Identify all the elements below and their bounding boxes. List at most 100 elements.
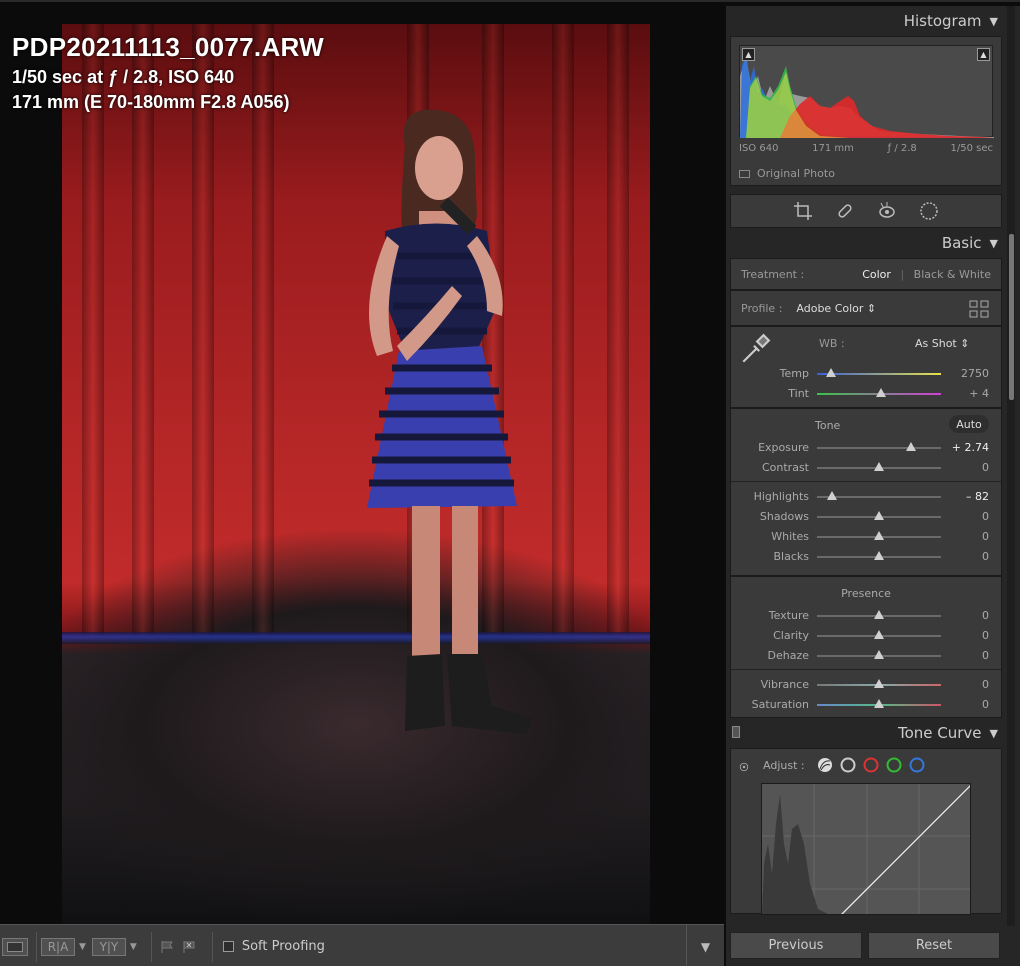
clarity-slider-thumb[interactable]: [874, 630, 884, 639]
exposure-slider-row: Exposure + 2.74: [731, 437, 1001, 457]
toolbar-menu-button[interactable]: ▼: [686, 925, 724, 966]
treatment-color-option[interactable]: Color: [862, 268, 891, 281]
clarity-value[interactable]: 0: [982, 629, 989, 642]
rgb-curve-icon[interactable]: [840, 757, 856, 773]
profile-select[interactable]: Adobe Color ⇕: [796, 302, 876, 315]
chevron-down-icon[interactable]: ▼: [130, 942, 137, 952]
highlights-value[interactable]: – 82: [966, 490, 989, 503]
temp-value[interactable]: 2750: [961, 367, 989, 380]
whites-label: Whites: [771, 530, 809, 543]
collapse-triangle-icon: ▼: [989, 726, 998, 740]
lightroom-develop-window: PDP20211113_0077.ARW 1/50 sec at ƒ / 2.8…: [0, 0, 1020, 966]
whites-slider-row: Whites 0: [731, 526, 1001, 546]
photo-viewer[interactable]: PDP20211113_0077.ARW 1/50 sec at ƒ / 2.8…: [0, 2, 724, 924]
tint-slider-row: Tint + 4: [731, 383, 1001, 403]
temp-slider-row: Temp 2750: [731, 363, 1001, 383]
contrast-slider-thumb[interactable]: [874, 462, 884, 471]
whites-value[interactable]: 0: [982, 530, 989, 543]
blue-channel-icon[interactable]: [909, 757, 925, 773]
whites-slider-thumb[interactable]: [874, 531, 884, 540]
texture-slider-thumb[interactable]: [874, 610, 884, 619]
before-after-tb-button[interactable]: Y|Y: [91, 937, 126, 956]
mask-icon[interactable]: [919, 201, 939, 221]
original-photo-checkbox[interactable]: [739, 169, 750, 178]
profile-value: Adobe Color: [796, 301, 864, 315]
highlights-slider-row: Highlights – 82: [731, 486, 1001, 506]
tint-slider-thumb[interactable]: [876, 388, 887, 397]
histogram-aperture: ƒ / 2.8: [887, 143, 917, 154]
dehaze-value[interactable]: 0: [982, 649, 989, 662]
texture-slider-row: Texture 0: [731, 605, 1001, 625]
basic-title: Basic: [941, 234, 982, 252]
temp-slider-thumb[interactable]: [825, 368, 836, 377]
profile-browser-icon[interactable]: [969, 300, 989, 318]
original-photo-toggle[interactable]: Original Photo: [739, 167, 835, 180]
wb-select[interactable]: As Shot ⇕: [915, 337, 969, 350]
histogram-header[interactable]: Histogram ▼: [730, 6, 1002, 36]
panel-scrollbar[interactable]: [1007, 6, 1015, 926]
target-adjust-icon[interactable]: [739, 762, 749, 772]
panel-toggle-switch[interactable]: [732, 726, 740, 738]
tint-value[interactable]: + 4: [969, 387, 989, 400]
tone-curve-graph[interactable]: [761, 783, 971, 915]
saturation-slider-row: Saturation 0: [731, 694, 1001, 714]
exposure-value[interactable]: + 2.74: [952, 441, 989, 454]
dehaze-slider-row: Dehaze 0: [731, 645, 1001, 665]
dehaze-slider-thumb[interactable]: [874, 650, 884, 659]
histogram-shutter: 1/50 sec: [950, 143, 994, 154]
soft-proofing-toggle[interactable]: Soft Proofing: [222, 939, 325, 954]
texture-value[interactable]: 0: [982, 609, 989, 622]
profile-row: Profile : Adobe Color ⇕: [730, 290, 1002, 326]
saturation-slider-thumb[interactable]: [874, 699, 884, 708]
tint-label: Tint: [788, 387, 809, 400]
presence-label: Presence: [841, 587, 891, 600]
vibrance-slider-thumb[interactable]: [874, 679, 884, 688]
flag-icon[interactable]: [160, 940, 174, 954]
previous-button[interactable]: Previous: [730, 932, 862, 959]
chevron-down-icon[interactable]: ▼: [79, 942, 86, 952]
exposure-slider-thumb[interactable]: [906, 442, 917, 451]
eyedropper-icon[interactable]: [739, 333, 771, 365]
contrast-value[interactable]: 0: [982, 461, 989, 474]
reset-button[interactable]: Reset: [868, 932, 1000, 959]
red-channel-icon[interactable]: [863, 757, 879, 773]
crop-icon[interactable]: [793, 201, 813, 221]
before-after-lr-button[interactable]: R|A: [41, 937, 75, 956]
highlights-slider-thumb[interactable]: [826, 491, 837, 500]
dehaze-label: Dehaze: [767, 649, 810, 662]
shadows-value[interactable]: 0: [982, 510, 989, 523]
treatment-row: Treatment : Color | Black & White: [730, 258, 1002, 290]
blacks-slider-thumb[interactable]: [874, 551, 884, 560]
basic-header[interactable]: Basic ▼: [730, 228, 1002, 258]
soft-proofing-checkbox[interactable]: [222, 941, 234, 952]
tone-curve-header[interactable]: Tone Curve ▼: [730, 718, 1002, 748]
blacks-value[interactable]: 0: [982, 550, 989, 563]
highlight-clipping-button[interactable]: ▲: [977, 48, 990, 61]
exposure-slider[interactable]: [817, 447, 941, 449]
before-after-lr-label: R|A: [47, 939, 69, 954]
filename-label: PDP20211113_0077.ARW: [12, 32, 324, 62]
tool-strip: [730, 194, 1002, 228]
lens-info-label: 171 mm (E 70-180mm F2.8 A056): [12, 92, 290, 112]
shadows-slider-row: Shadows 0: [731, 506, 1001, 526]
loupe-view-button[interactable]: [2, 937, 28, 956]
reject-flag-icon[interactable]: [182, 940, 196, 954]
redeye-icon[interactable]: [877, 201, 897, 221]
presence-section: Presence Texture 0 Clarity 0 Dehaze 0 Vi…: [730, 576, 1002, 718]
exposure-info-label: 1/50 sec at ƒ / 2.8, ISO 640: [12, 67, 235, 87]
histogram-info: ISO 640 171 mm ƒ / 2.8 1/50 sec: [739, 143, 993, 154]
tone-curve-title: Tone Curve: [897, 724, 982, 742]
clarity-slider-row: Clarity 0: [731, 625, 1001, 645]
green-channel-icon[interactable]: [886, 757, 902, 773]
scrollbar-thumb[interactable]: [1009, 234, 1014, 400]
shadows-slider-thumb[interactable]: [874, 511, 884, 520]
histogram-graph[interactable]: ▲ ▲: [739, 45, 994, 138]
exposure-label: Exposure: [758, 441, 809, 454]
shadow-clipping-button[interactable]: ▲: [742, 48, 755, 61]
vibrance-value[interactable]: 0: [982, 678, 989, 691]
heal-icon[interactable]: [835, 201, 855, 221]
treatment-bw-option[interactable]: Black & White: [914, 268, 991, 281]
parametric-curve-icon[interactable]: [817, 757, 833, 773]
auto-tone-button[interactable]: Auto: [949, 415, 989, 433]
saturation-value[interactable]: 0: [982, 698, 989, 711]
